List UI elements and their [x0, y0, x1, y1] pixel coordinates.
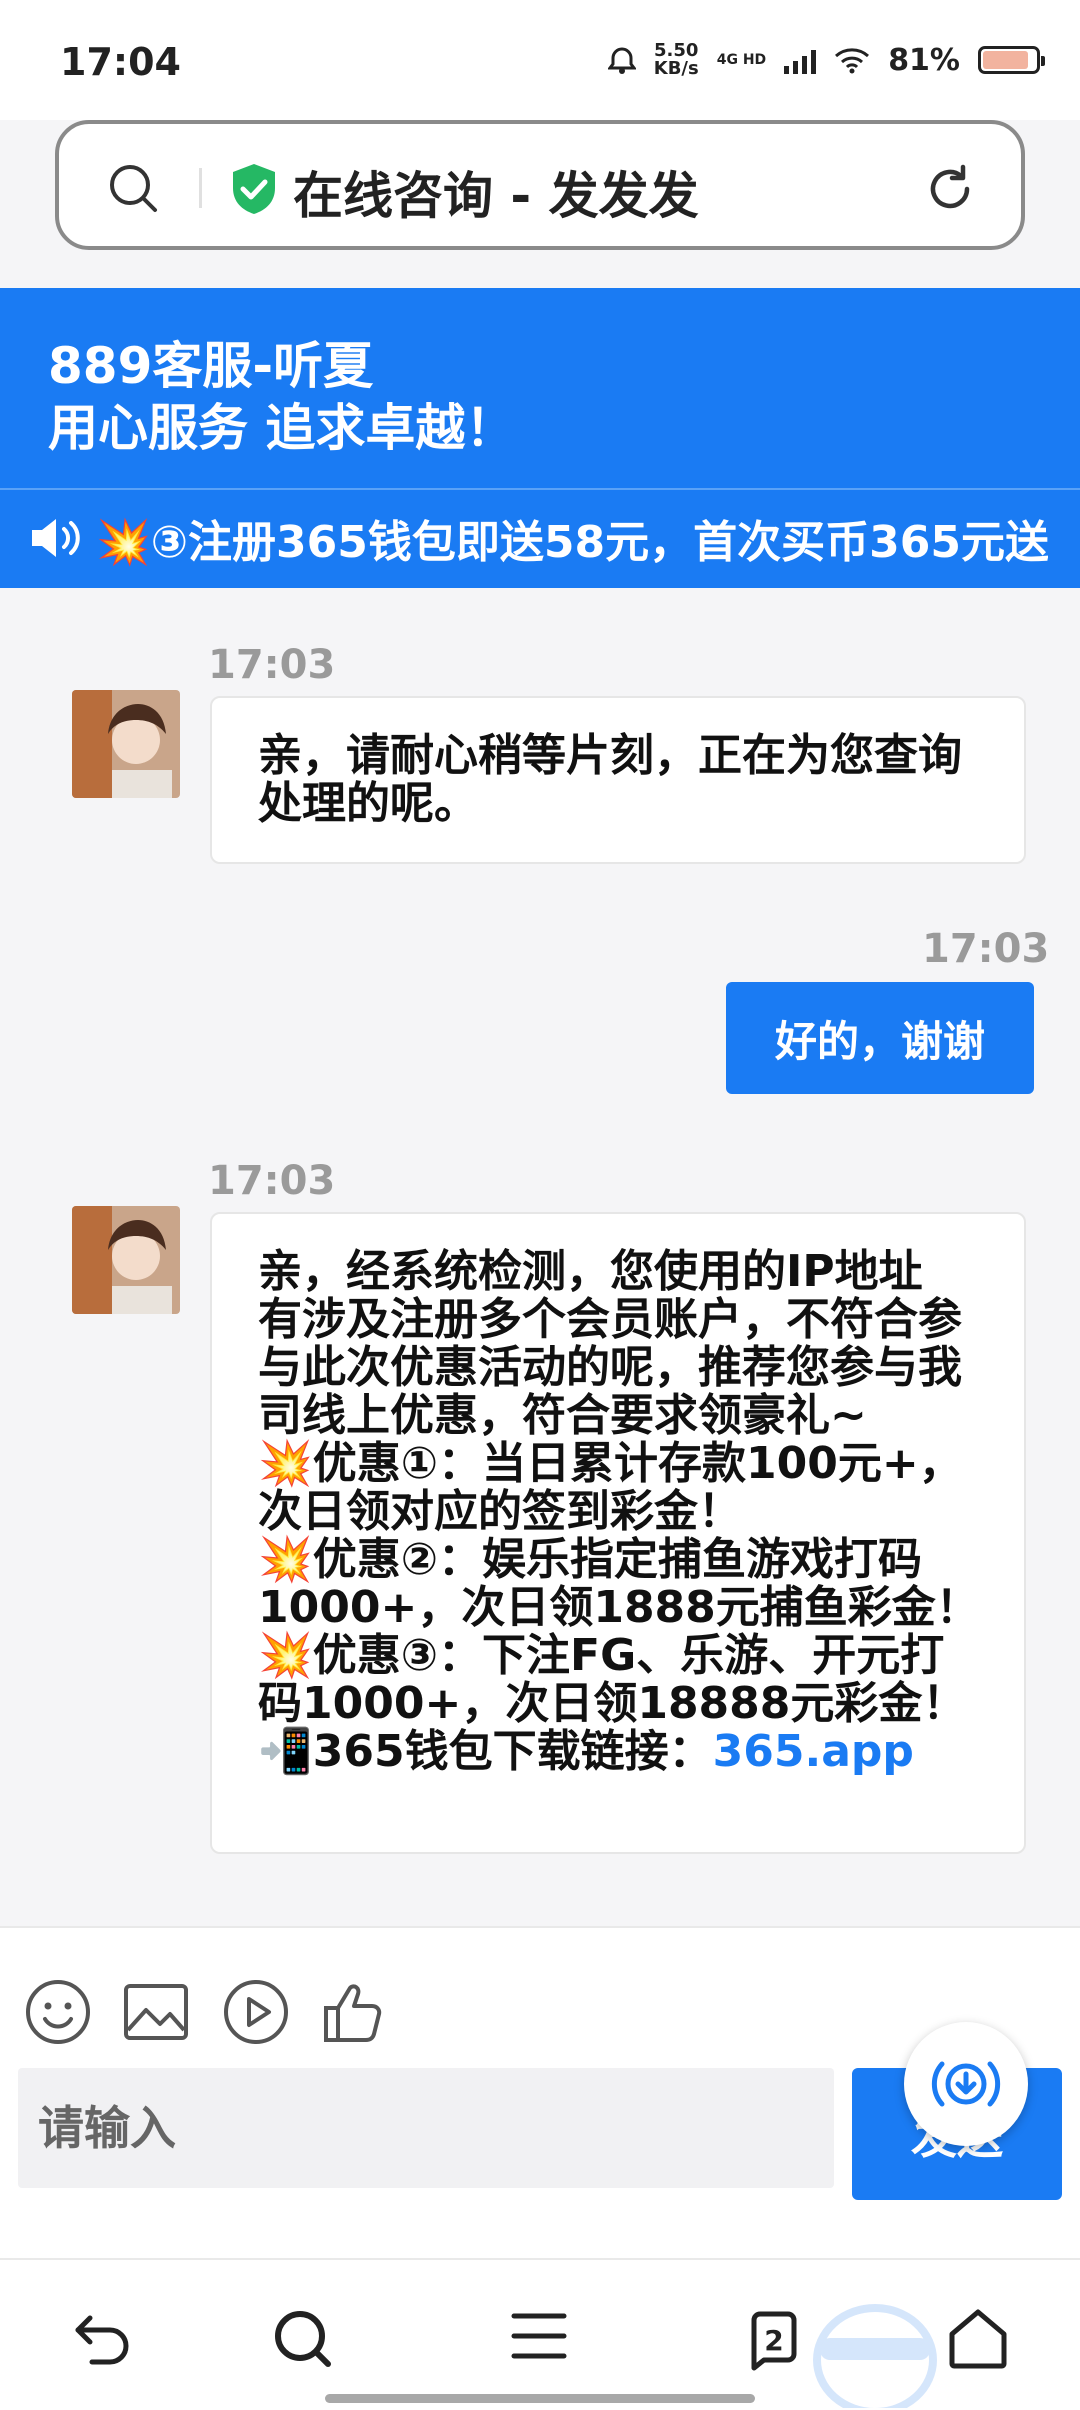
- status-icons: 5.50 KB/s 4G HD 81%: [607, 40, 1045, 79]
- message-text: 与此次优惠活动的呢，推荐您参与我: [258, 1342, 962, 1393]
- net-speed: 5.50 KB/s: [653, 40, 699, 79]
- message-bubble: 亲，经系统检测，您使用的IP地址 有涉及注册多个会员账户，不符合参 与此次优惠活…: [210, 1212, 1026, 1854]
- message-text: 💥优惠②：娱乐指定捕鱼游戏打码: [258, 1534, 923, 1585]
- message-text: 次日领对应的签到彩金！: [258, 1486, 742, 1537]
- wifi-icon: [835, 48, 870, 74]
- message-text: 处理的呢。: [258, 778, 478, 829]
- network-type: 4G HD: [716, 52, 767, 68]
- message-input-box[interactable]: [18, 2068, 834, 2188]
- message-text: 码1000+，次日领18888元彩金！: [258, 1678, 967, 1729]
- agent-avatar: [72, 1206, 180, 1314]
- emoji-icon[interactable]: [24, 1978, 92, 2046]
- search-icon[interactable]: [272, 2308, 334, 2370]
- status-time: 17:04: [60, 40, 181, 84]
- download-signal-icon: [931, 2061, 1001, 2107]
- status-bar: 17:04 5.50 KB/s 4G HD 81%: [0, 0, 1080, 120]
- message-text: 亲，请耐心稍等片刻，正在为您查询: [258, 730, 962, 781]
- tabs-icon[interactable]: 2: [744, 2308, 808, 2372]
- video-icon[interactable]: [222, 1978, 290, 2046]
- message-text: 司线上优惠，符合要求领豪礼~: [258, 1390, 867, 1441]
- message-link-line: 📲365钱包下载链接：365.app: [258, 1728, 1024, 1776]
- thumbs-up-icon[interactable]: [320, 1978, 388, 2046]
- message-timestamp: 17:03: [208, 642, 336, 688]
- message-text: 有涉及注册多个会员账户，不符合参: [258, 1294, 962, 1345]
- shield-check-icon: [233, 164, 275, 214]
- speaker-icon: [32, 519, 80, 557]
- link-prefix: 📲365钱包下载链接：: [258, 1726, 713, 1777]
- message-bubble: 亲，请耐心稍等片刻，正在为您查询 处理的呢。: [210, 696, 1026, 864]
- search-icon[interactable]: [107, 162, 161, 216]
- image-icon[interactable]: [122, 1978, 190, 2046]
- message-text: 1000+，次日领1888元捕鱼彩金！: [258, 1582, 980, 1633]
- divider: [199, 168, 202, 208]
- message-text: 💥优惠③：下注FG、乐游、开元打: [258, 1630, 945, 1681]
- alarm-icon: [607, 47, 636, 74]
- back-icon[interactable]: [70, 2308, 134, 2368]
- svg-text:2: 2: [764, 2324, 783, 2357]
- page-title: 在线咨询 - 发发发: [293, 167, 699, 225]
- message-input[interactable]: [18, 2068, 834, 2188]
- signal-icon: [784, 46, 817, 74]
- announcement-marquee: 💥③注册365钱包即送58元，首次买币365元送: [28, 508, 1048, 568]
- message-bubble-sent: 好的，谢谢: [726, 982, 1034, 1094]
- battery-icon: [978, 46, 1045, 74]
- message-timestamp: 17:03: [922, 926, 1050, 972]
- download-link[interactable]: 365.app: [713, 1726, 914, 1777]
- message-text: 好的，谢谢: [774, 1016, 985, 1066]
- message-timestamp: 17:03: [208, 1158, 336, 1204]
- gesture-home-bar[interactable]: [325, 2394, 755, 2403]
- battery-percent: 81%: [888, 42, 960, 78]
- home-icon[interactable]: [946, 2308, 1010, 2370]
- marquee-text: 💥③注册365钱包即送58元，首次买币365元送: [96, 517, 1048, 568]
- ghost-mascot-icon: [813, 2304, 937, 2408]
- address-bar[interactable]: 在线咨询 - 发发发: [55, 120, 1025, 250]
- header-slogan: 用心服务 追求卓越！: [48, 399, 516, 457]
- message-text: 💥优惠①：当日累计存款100元+，: [258, 1438, 963, 1489]
- agent-avatar: [72, 690, 180, 798]
- message-text: 亲，经系统检测，您使用的IP地址: [258, 1246, 923, 1297]
- chat-header: 889客服-听夏 用心服务 追求卓越！ 💥③注册365钱包即送58元，首次买币3…: [0, 288, 1080, 588]
- download-fab[interactable]: [904, 2022, 1028, 2146]
- menu-icon[interactable]: [510, 2308, 568, 2364]
- divider: [0, 488, 1080, 490]
- reload-icon[interactable]: [923, 162, 977, 216]
